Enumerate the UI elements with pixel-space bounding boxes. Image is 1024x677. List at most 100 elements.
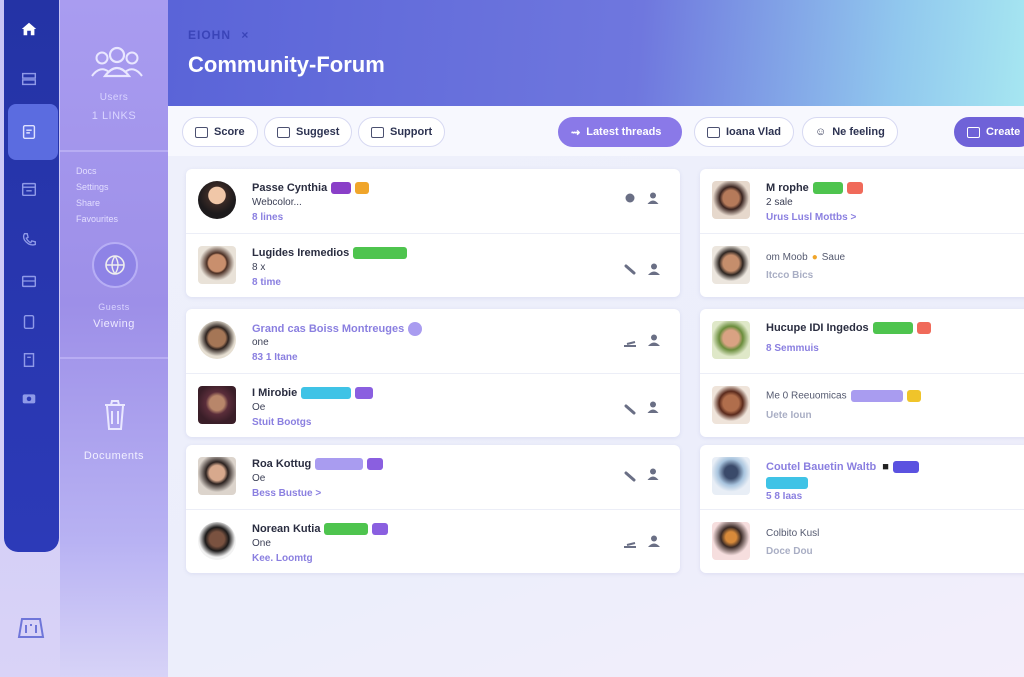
document-icon[interactable]: [18, 121, 40, 143]
trash-icon[interactable]: [102, 398, 128, 432]
threads-area: Passe Cynthia Webcolor... 8 lines Lugide…: [168, 156, 1024, 677]
tag-badge: [906, 390, 921, 402]
thread-title[interactable]: Grand cas Boiss Montreuges: [252, 322, 423, 336]
tag-badge: [892, 461, 919, 474]
tag-badge: [872, 322, 913, 335]
thread-title[interactable]: Roa Kottug: [252, 458, 384, 471]
latest-threads-button[interactable]: ⇝ Latest threads: [558, 117, 682, 147]
globe-icon[interactable]: [92, 242, 138, 288]
sort-feeling-button[interactable]: ☺ Ne feeling: [802, 117, 898, 147]
thread-row[interactable]: om Moob ● Saue Itcco Bics: [700, 233, 1024, 297]
thread-meta[interactable]: Bess Bustue >: [252, 488, 321, 499]
folder-icon[interactable]: [16, 615, 46, 641]
create-icon: [967, 126, 980, 138]
avatar[interactable]: [198, 522, 236, 560]
link-icon[interactable]: [623, 402, 637, 416]
thread-subtitle: Oe: [252, 473, 266, 484]
avatar[interactable]: [712, 522, 750, 560]
user-icon[interactable]: [646, 467, 660, 481]
thread-title[interactable]: Hucupe IDI Ingedos: [766, 322, 931, 335]
filter-score-button[interactable]: Score: [182, 117, 258, 147]
thread-meta[interactable]: 83 1 Itane: [252, 352, 298, 363]
avatar[interactable]: [198, 321, 236, 359]
phone-icon[interactable]: [18, 229, 40, 251]
thread-title[interactable]: Passe Cynthia: [252, 182, 370, 195]
thread-row[interactable]: Me 0 Reeuomicas Uete Ioun: [700, 373, 1024, 437]
thread-row[interactable]: M rophe 2 sale Urus Lusl Mottbs >: [700, 169, 1024, 233]
suggest-icon: [277, 126, 290, 138]
thread-meta[interactable]: Doce Dou: [766, 546, 813, 557]
user-icon[interactable]: [646, 191, 660, 205]
avatar[interactable]: [198, 386, 236, 424]
thread-row[interactable]: Colbito Kusl Doce Dou: [700, 509, 1024, 573]
thread-meta[interactable]: Urus Lusl Mottbs >: [766, 212, 856, 223]
grid-icon[interactable]: [18, 68, 40, 90]
avatar[interactable]: [198, 246, 236, 284]
avatar[interactable]: [712, 181, 750, 219]
thread-title[interactable]: Me 0 Reeuomicas: [766, 390, 921, 402]
thread-title[interactable]: Norean Kutia: [252, 523, 389, 536]
thread-row[interactable]: Norean Kutia One Kee. Loomtg: [186, 509, 680, 573]
create-button[interactable]: Create: [954, 117, 1024, 147]
thread-title[interactable]: Lugides Iremedios: [252, 247, 408, 260]
thread-row[interactable]: Lugides Iremedios 8 x 8 time: [186, 233, 680, 297]
camera-icon[interactable]: [18, 387, 40, 409]
thread-title[interactable]: Coutel Bauetin Waltb ■: [766, 461, 919, 474]
sidebar-link[interactable]: Share: [76, 195, 118, 211]
thread-row[interactable]: Coutel Bauetin Waltb ■ 5 8 Iaas: [700, 445, 1024, 509]
avatar[interactable]: [712, 386, 750, 424]
tablet-icon[interactable]: [18, 311, 40, 333]
thread-row[interactable]: Passe Cynthia Webcolor... 8 lines: [186, 169, 680, 233]
thread-meta[interactable]: Kee. Loomtg: [252, 553, 313, 564]
users-small-icon[interactable]: [646, 534, 660, 548]
sidebar-link[interactable]: Docs: [76, 163, 118, 179]
thread-meta[interactable]: 5 8 Iaas: [766, 491, 802, 502]
thread-row[interactable]: Roa Kottug Oe Bess Bustue >: [186, 445, 680, 509]
thread-subtitle: [766, 477, 808, 489]
sidebar-divider: [60, 150, 168, 152]
thread-meta[interactable]: Stuit Bootgs: [252, 417, 311, 428]
tag-badge: [355, 182, 370, 195]
thread-row[interactable]: Hucupe IDI Ingedos 8 Semmuis: [700, 309, 1024, 373]
avatar[interactable]: [198, 457, 236, 495]
thread-title[interactable]: om Moob ● Saue: [766, 252, 845, 263]
avatar[interactable]: [712, 321, 750, 359]
users-small-icon[interactable]: [646, 262, 660, 276]
thread-meta[interactable]: Uete Ioun: [766, 410, 812, 421]
chart-icon[interactable]: [623, 335, 637, 349]
user-icon[interactable]: [646, 400, 660, 414]
link-icon[interactable]: [623, 262, 637, 276]
calendar-icon[interactable]: [18, 178, 40, 200]
inbox-icon[interactable]: [18, 270, 40, 292]
home-icon[interactable]: [18, 18, 40, 40]
thread-card: Grand cas Boiss Montreuges one 83 1 Itan…: [186, 309, 680, 437]
thread-title[interactable]: Colbito Kusl: [766, 528, 819, 539]
thread-row[interactable]: I Mirobie Oe Stuit Bootgs: [186, 373, 680, 437]
link-icon[interactable]: [623, 469, 637, 483]
tag-badge: [766, 477, 808, 489]
users-small-icon[interactable]: [646, 333, 660, 347]
sidebar-link[interactable]: Settings: [76, 179, 118, 195]
thread-subtitle: One: [252, 538, 271, 549]
book-icon[interactable]: [18, 349, 40, 371]
page-title: Community-Forum: [188, 52, 385, 77]
users-icon: [90, 42, 144, 82]
thread-row[interactable]: Grand cas Boiss Montreuges one 83 1 Itan…: [186, 309, 680, 373]
sidebar-link[interactable]: Favourites: [76, 211, 118, 227]
filter-suggest-button[interactable]: Suggest: [264, 117, 353, 147]
thread-meta[interactable]: 8 lines: [252, 212, 283, 223]
avatar[interactable]: [712, 246, 750, 284]
sort-author-button[interactable]: Ioana Vlad: [694, 117, 795, 147]
chart-icon[interactable]: [623, 536, 637, 550]
avatar[interactable]: [712, 457, 750, 495]
reply-icon[interactable]: [623, 191, 637, 205]
filter-support-button[interactable]: Support: [358, 117, 446, 147]
avatar[interactable]: [198, 181, 236, 219]
breadcrumb-item[interactable]: EIOHN: [188, 28, 231, 42]
thread-title[interactable]: M rophe: [766, 182, 863, 195]
close-icon[interactable]: ×: [241, 28, 249, 42]
thread-meta[interactable]: 8 Semmuis: [766, 343, 819, 354]
thread-meta[interactable]: 8 time: [252, 277, 281, 288]
thread-meta[interactable]: Itcco Bics: [766, 270, 813, 281]
thread-title[interactable]: I Mirobie: [252, 387, 374, 400]
